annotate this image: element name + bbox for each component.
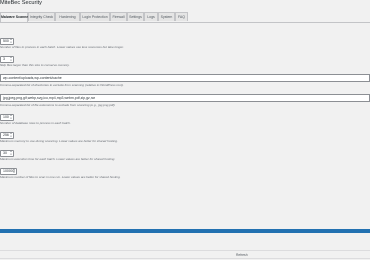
batch-size-value: 500 bbox=[3, 39, 9, 43]
tab-faq[interactable]: FAQ bbox=[175, 12, 188, 21]
page-title: MiteBec Security bbox=[0, 0, 42, 6]
batch-size-input[interactable]: 500 ▴ ▾ bbox=[0, 38, 14, 45]
stepper-icon[interactable]: ▴ ▾ bbox=[10, 132, 12, 138]
memory-limit-description: Maximum memory to use during scanning. L… bbox=[0, 139, 118, 143]
tab-integrity-check[interactable]: Integrity Check bbox=[28, 12, 55, 21]
tab-firewall[interactable]: Firewall bbox=[110, 12, 127, 21]
stepper-icon[interactable]: ▴ ▾ bbox=[10, 150, 12, 156]
max-depth-description: Skip files larger than this size to cons… bbox=[0, 63, 70, 67]
db-batch-input[interactable]: 100 ▴ ▾ bbox=[0, 114, 14, 121]
excluded-exts-description: Comma-separated list of file extensions … bbox=[0, 103, 116, 107]
tab-system[interactable]: System bbox=[158, 12, 175, 21]
stepper-icon[interactable]: ▴ ▾ bbox=[13, 168, 15, 174]
excluded-dirs-input[interactable]: wp-content/uploads,wp-content/cache bbox=[0, 74, 370, 82]
db-batch-description: Number of database rows to process in ea… bbox=[0, 121, 71, 125]
tab-bar: Malware Scanner Integrity Check Hardenin… bbox=[0, 12, 370, 23]
max-file-size-input[interactable]: 100000 ▴ ▾ bbox=[0, 168, 17, 175]
footer-accent-bar bbox=[0, 229, 370, 233]
excluded-dirs-description: Comma-separated list of directories to e… bbox=[0, 83, 124, 87]
stepper-icon[interactable]: ▴ ▾ bbox=[10, 38, 12, 44]
memory-limit-value: 256 bbox=[3, 133, 9, 137]
scan-timeout-description: Maximum execution time for each batch. L… bbox=[0, 157, 116, 161]
tab-hardening[interactable]: Hardening bbox=[55, 12, 80, 21]
scan-timeout-input[interactable]: 30 ▴ ▾ bbox=[0, 150, 14, 157]
tab-logs[interactable]: Logs bbox=[144, 12, 158, 21]
scan-timeout-value: 30 bbox=[3, 151, 7, 155]
db-batch-value: 100 bbox=[3, 115, 9, 119]
tab-settings[interactable]: Settings bbox=[127, 12, 144, 21]
stepper-icon[interactable]: ▴ ▾ bbox=[10, 114, 12, 120]
footer-divider bbox=[0, 250, 370, 251]
excluded-exts-input[interactable]: jpg,jpeg,png,gif,webp,svg,ico,mp4,mp3,we… bbox=[0, 94, 370, 102]
memory-limit-input[interactable]: 256 ▴ ▾ bbox=[0, 132, 14, 139]
tab-login-protection[interactable]: Login Protection bbox=[80, 12, 110, 21]
tab-malware-scanner[interactable]: Malware Scanner bbox=[0, 12, 30, 22]
max-file-size-description: Maximum number of files to scan in one r… bbox=[0, 175, 121, 179]
footer-refresh-link[interactable]: Refresh bbox=[236, 253, 248, 257]
max-depth-value: 3 bbox=[3, 57, 5, 61]
batch-size-description: Number of files to process in each batch… bbox=[0, 45, 124, 49]
footer-divider bbox=[0, 258, 370, 259]
stepper-icon[interactable]: ▴ ▾ bbox=[10, 56, 12, 62]
max-depth-input[interactable]: 3 ▴ ▾ bbox=[0, 56, 14, 63]
